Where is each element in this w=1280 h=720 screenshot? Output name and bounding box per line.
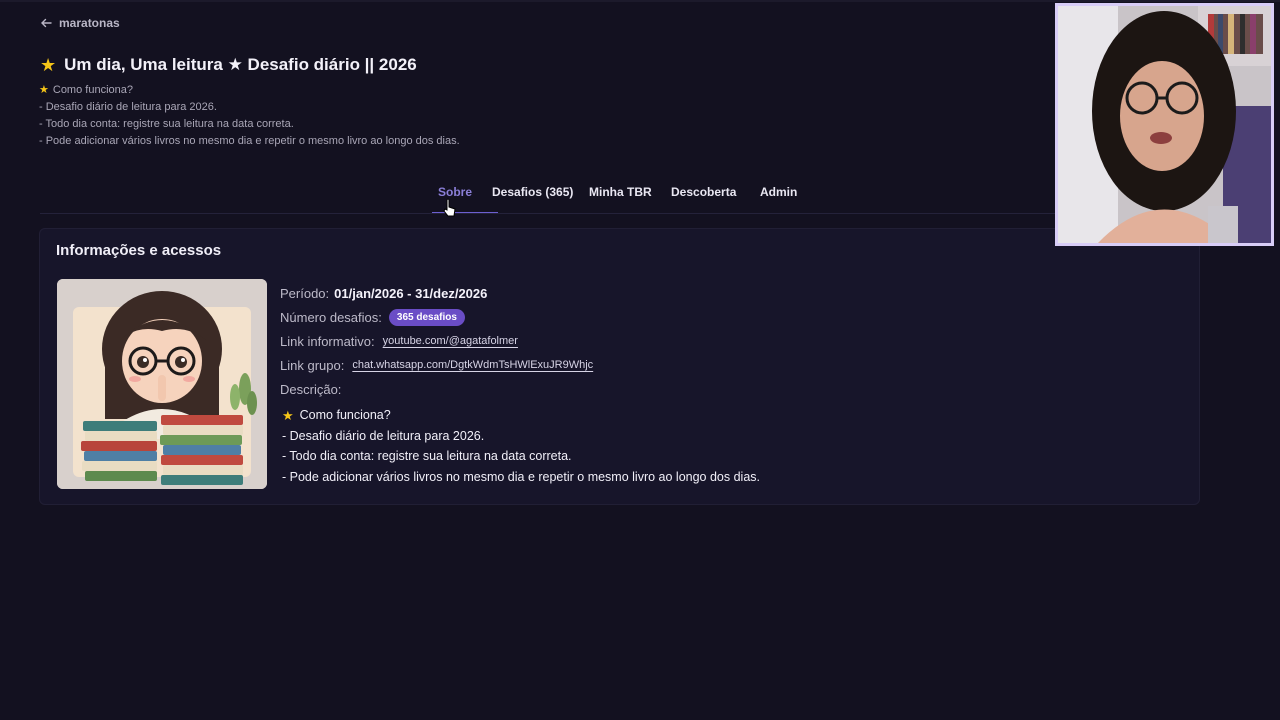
card-title: Informações e acessos <box>56 242 222 259</box>
description-line: - Desafio diário de leitura para 2026. <box>282 428 485 443</box>
challenge-cover-image <box>57 279 267 489</box>
top-edge <box>0 0 1280 2</box>
intro-text: ★ Como funciona? - Desafio diário de leit… <box>39 82 460 150</box>
description-heading-text: Como funciona? <box>299 408 391 423</box>
star-icon: ★ <box>40 55 57 75</box>
numero-label: Número desafios: <box>280 309 382 325</box>
info-card: Informações e acessos Período: 01/jan/20… <box>39 228 1200 505</box>
link-grupo-row: Link grupo: chat.whatsapp.com/DgtkWdmTsH… <box>280 353 760 377</box>
periodo-value: 01/jan/2026 - 31/dez/2026 <box>334 285 488 301</box>
descricao-row: Descrição: <box>280 377 760 401</box>
info-panel: Período: 01/jan/2026 - 31/dez/2026 Númer… <box>280 281 760 487</box>
intro-heading-text: Como funciona? <box>52 84 133 96</box>
illustration-girl-books <box>57 279 267 489</box>
intro-line: - Desafio diário de leitura para 2026. <box>39 101 217 113</box>
challenges-count-badge: 365 desafios <box>388 308 465 326</box>
tab-desafios[interactable]: Desafios (365) <box>492 185 589 215</box>
star-icon: ★ <box>282 407 294 423</box>
youtube-link[interactable]: youtube.com/@agatafolmer <box>383 335 518 347</box>
intro-heading: ★ Como funciona? <box>39 82 460 99</box>
arrow-left-icon <box>41 18 52 28</box>
back-link[interactable]: maratonas <box>40 16 120 30</box>
webcam-video-feed <box>1058 6 1271 243</box>
mouse-pointer-icon <box>443 198 456 217</box>
tab-admin[interactable]: Admin <box>760 185 797 215</box>
tab-divider <box>40 213 1200 214</box>
star-icon: ★ <box>39 84 49 96</box>
descricao-label: Descrição: <box>280 381 342 397</box>
description-line: - Todo dia conta: registre sua leitura n… <box>282 449 572 464</box>
link-info-label: Link informativo: <box>280 333 375 349</box>
tab-minha-tbr[interactable]: Minha TBR <box>589 185 671 215</box>
periodo-label: Período: <box>280 285 330 301</box>
back-link-label: maratonas <box>59 16 120 30</box>
description-body: ★ Como funciona? - Desafio diário de lei… <box>282 405 760 487</box>
periodo-row: Período: 01/jan/2026 - 31/dez/2026 <box>280 281 760 305</box>
intro-line: - Pode adicionar vários livros no mesmo … <box>39 135 460 147</box>
page-title-text: Um dia, Uma leitura ★ Desafio diário || … <box>64 55 417 74</box>
intro-line: - Todo dia conta: registre sua leitura n… <box>39 118 294 130</box>
description-heading: ★ Como funciona? <box>282 405 760 426</box>
webcam-overlay <box>1055 3 1274 246</box>
link-grupo-label: Link grupo: <box>280 357 345 373</box>
description-line: - Pode adicionar vários livros no mesmo … <box>282 469 761 484</box>
page-title: ★ Um dia, Uma leitura ★ Desafio diário |… <box>40 55 417 75</box>
whatsapp-group-link[interactable]: chat.whatsapp.com/DgtkWdmTsHWlExuJR9Whjc <box>352 359 593 371</box>
tab-bar: Sobre Desafios (365) Minha TBR Descobert… <box>432 185 797 215</box>
link-info-row: Link informativo: youtube.com/@agatafolm… <box>280 329 760 353</box>
tab-descoberta[interactable]: Descoberta <box>671 185 760 215</box>
numero-row: Número desafios: 365 desafios <box>280 305 760 329</box>
